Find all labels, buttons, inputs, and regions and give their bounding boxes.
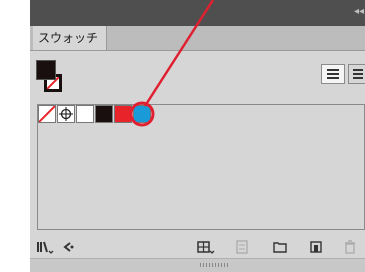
delete-swatch-icon — [342, 239, 360, 255]
resize-grip-icon[interactable] — [200, 263, 230, 267]
panel-bottom-toolbar — [30, 236, 365, 258]
show-swatch-kinds-icon[interactable] — [60, 239, 78, 255]
panel-resize-bar[interactable] — [30, 258, 365, 272]
fill-color-box[interactable] — [36, 60, 56, 80]
swatch-options-icon[interactable] — [197, 239, 215, 255]
new-swatch-icon[interactable] — [308, 239, 326, 255]
edit-swatch-icon — [234, 239, 252, 255]
callout-circle — [129, 101, 155, 127]
swatches-panel: ◂◂ スウォッチ — [30, 0, 365, 272]
callout-annotation — [129, 0, 215, 127]
swatch-libraries-menu-icon[interactable] — [36, 239, 54, 255]
new-color-group-icon[interactable] — [272, 239, 290, 255]
